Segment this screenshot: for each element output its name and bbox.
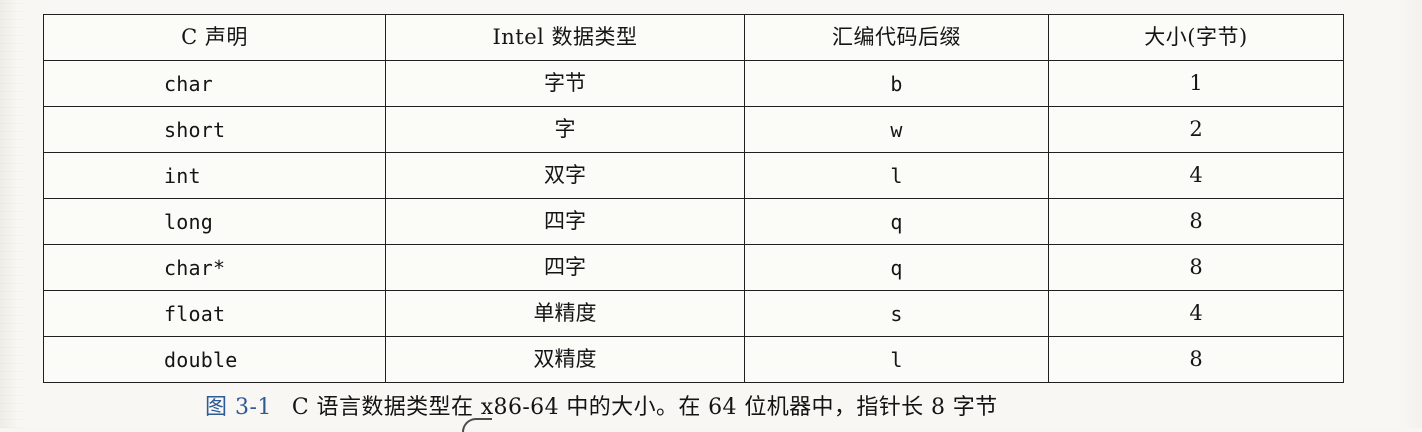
table-row: short 字 w 2 [43,106,1344,153]
document-page: C 声明 Intel 数据类型 汇编代码后缀 大小(字节) char 字节 b … [0,0,1422,432]
column-header-size-bytes: 大小(字节) [1048,14,1344,61]
caption-text: C 语言数据类型在 x86-64 中的大小。在 64 位机器中，指针长 8 字节 [291,395,998,420]
assembly-suffix-cell: l [744,336,1049,383]
size-bytes-cell: 4 [1048,290,1344,337]
assembly-suffix-cell: s [744,290,1049,337]
size-bytes-cell: 8 [1048,244,1344,291]
figure-caption: 图 3-1 C 语言数据类型在 x86-64 中的大小。在 64 位机器中，指针… [205,396,998,420]
assembly-suffix-cell: b [744,60,1049,107]
table-row: long 四字 q 8 [43,198,1344,245]
table-header-row: C 声明 Intel 数据类型 汇编代码后缀 大小(字节) [43,14,1344,61]
column-header-c-declaration: C 声明 [43,14,386,61]
page-edge-texture [0,0,24,428]
size-bytes-cell: 4 [1048,152,1344,199]
column-header-intel-data-type: Intel 数据类型 [385,14,745,61]
intel-data-type-cell: 双精度 [385,336,745,383]
assembly-suffix-cell: l [744,152,1049,199]
intel-data-type-cell: 字 [385,106,745,153]
assembly-suffix-cell: w [744,106,1049,153]
c-declaration-cell: char [43,60,386,107]
table-row: int 双字 l 4 [43,152,1344,199]
scan-mark [462,418,492,432]
c-declaration-cell: long [43,198,386,245]
size-bytes-cell: 1 [1048,60,1344,107]
size-bytes-cell: 2 [1048,106,1344,153]
c-declaration-cell: int [43,152,386,199]
size-bytes-cell: 8 [1048,336,1344,383]
intel-data-type-cell: 单精度 [385,290,745,337]
assembly-suffix-cell: q [744,244,1049,291]
figure-label: 图 3-1 [205,395,272,420]
intel-data-type-cell: 字节 [385,60,745,107]
c-declaration-cell: float [43,290,386,337]
table-row: char* 四字 q 8 [43,244,1344,291]
intel-data-type-cell: 四字 [385,244,745,291]
size-bytes-cell: 8 [1048,198,1344,245]
assembly-suffix-cell: q [744,198,1049,245]
c-data-types-table: C 声明 Intel 数据类型 汇编代码后缀 大小(字节) char 字节 b … [43,14,1344,383]
intel-data-type-cell: 双字 [385,152,745,199]
c-declaration-cell: double [43,336,386,383]
column-header-assembly-suffix: 汇编代码后缀 [744,14,1049,61]
table-row: double 双精度 l 8 [43,336,1344,383]
table-row: char 字节 b 1 [43,60,1344,107]
intel-data-type-cell: 四字 [385,198,745,245]
c-declaration-cell: char* [43,244,386,291]
c-declaration-cell: short [43,106,386,153]
table-row: float 单精度 s 4 [43,290,1344,337]
